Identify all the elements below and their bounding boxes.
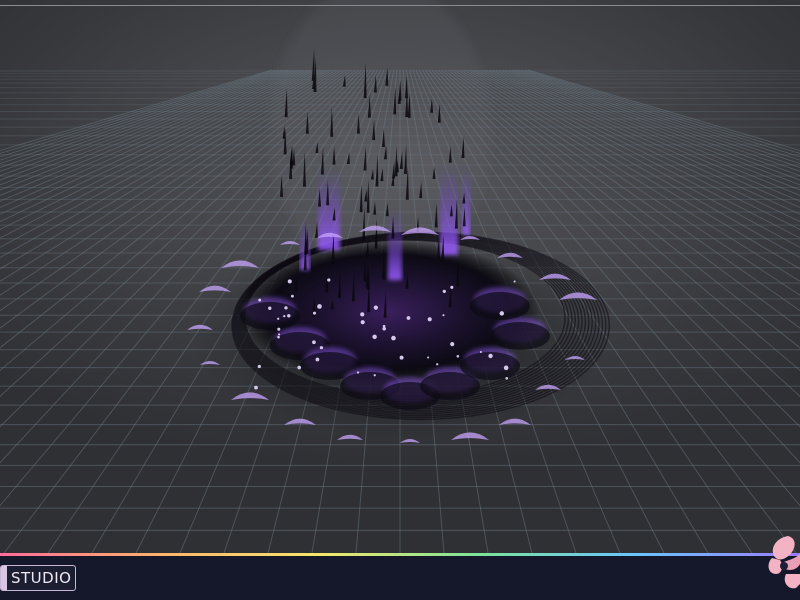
sparkle: [257, 364, 261, 369]
dark-petal: [240, 302, 300, 330]
dark-petal: [490, 322, 550, 350]
sparkle: [290, 294, 294, 298]
sparkle: [450, 285, 454, 289]
sparkle: [277, 327, 281, 331]
sparkle: [382, 326, 386, 331]
sparkle: [312, 311, 317, 315]
sparkle: [503, 365, 509, 371]
sparkle: [442, 289, 446, 293]
vortex-effect: [187, 0, 610, 443]
rainbow-accent-strip: [0, 553, 800, 556]
sparkle: [297, 365, 302, 370]
sparkle: [479, 350, 482, 353]
sparkle: [356, 371, 360, 374]
sparkle: [312, 340, 316, 345]
bottom-toolbar: [0, 553, 800, 600]
sparkle: [258, 298, 262, 302]
sparkle: [284, 306, 288, 310]
sparkle: [450, 342, 455, 347]
sparkle: [488, 353, 493, 359]
sparkle: [327, 278, 331, 282]
dark-petal: [470, 292, 530, 320]
purple-wisp: [280, 241, 300, 245]
sparkle: [372, 334, 377, 340]
sparkle: [360, 312, 365, 317]
sparkle: [287, 314, 291, 318]
brand-label: STUDIO: [11, 569, 72, 587]
sparkle: [513, 280, 516, 283]
sparkle: [277, 317, 280, 320]
sparkle: [283, 314, 286, 318]
sparkle: [373, 305, 378, 310]
sparkle: [277, 335, 280, 339]
purple-beam: [318, 170, 340, 250]
sparkle: [456, 354, 460, 358]
sparkle: [360, 320, 365, 325]
sparkle: [268, 306, 272, 310]
sparkle: [315, 357, 320, 362]
sparkle: [442, 314, 445, 317]
viewport[interactable]: [0, 0, 800, 553]
studio-brand-button[interactable]: STUDIO: [0, 565, 77, 591]
sparkle: [391, 335, 396, 341]
sparkle: [287, 279, 292, 284]
sparkle: [254, 385, 258, 390]
sparkle: [319, 346, 324, 350]
purple-beam: [440, 165, 458, 255]
sparkle: [499, 311, 505, 316]
sparkle: [436, 363, 439, 366]
sparkle: [317, 304, 322, 309]
sparkle: [427, 317, 432, 322]
sparkle: [505, 376, 509, 380]
sparkle: [399, 355, 404, 360]
sparkle: [373, 374, 376, 377]
sparkle: [406, 316, 411, 320]
purple-beam: [388, 210, 402, 280]
sparkle: [427, 356, 430, 359]
studio-flower-logo-icon[interactable]: [766, 534, 800, 600]
sparkle: [278, 333, 281, 336]
